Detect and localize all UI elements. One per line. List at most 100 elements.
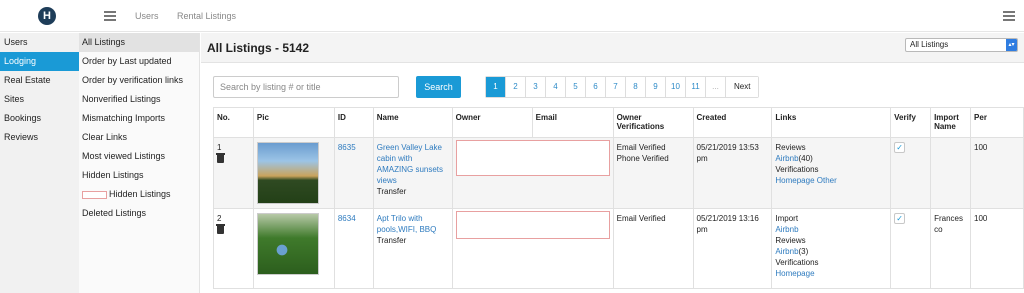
owner-email-field[interactable] <box>455 211 610 239</box>
homepage-link[interactable]: Homepage <box>775 269 814 278</box>
verify-checkbox[interactable]: ✓ <box>894 142 906 153</box>
col-created: Created <box>692 107 773 138</box>
right-menu-icon[interactable] <box>1003 11 1015 21</box>
page-8[interactable]: 8 <box>626 77 646 97</box>
page-9[interactable]: 9 <box>646 77 666 97</box>
links-label: Verifications <box>775 165 819 174</box>
row-owner-cell <box>451 208 614 289</box>
row-import-cell <box>930 137 972 209</box>
pagination: 1 2 3 4 5 6 7 8 9 10 11 ... Next <box>485 76 760 98</box>
listing-id-link[interactable]: 8635 <box>338 143 356 152</box>
airbnb-link[interactable]: Airbnb <box>775 225 798 234</box>
subnav-order-last-updated[interactable]: Order by Last updated <box>79 52 199 71</box>
links-label: Import <box>775 214 799 223</box>
row-links-cell: Reviews Airbnb(40) Verifications Homepag… <box>771 137 892 209</box>
row-per-cell: 100 <box>970 208 1024 289</box>
col-owner-verifications: Owner Verifications <box>612 107 694 138</box>
subnav-most-viewed[interactable]: Most viewed Listings <box>79 147 199 166</box>
sidebar-item-users[interactable]: Users <box>0 33 79 52</box>
page-3[interactable]: 3 <box>526 77 546 97</box>
page-header: All Listings - 5142 All Listings ▴▾ <box>201 33 1024 63</box>
nav-rental-listings[interactable]: Rental Listings <box>177 11 236 21</box>
row-verify-cell: ✓ <box>890 137 932 209</box>
col-email: Email <box>531 107 614 138</box>
owner-email-field[interactable] <box>455 140 610 176</box>
subnav-deleted-listings[interactable]: Deleted Listings <box>79 204 199 223</box>
row-created-cell: 05/21/2019 13:53 pm <box>692 137 773 209</box>
search-button[interactable]: Search <box>416 76 461 98</box>
lodging-subnav: All Listings Order by Last updated Order… <box>79 33 200 293</box>
page-2[interactable]: 2 <box>506 77 526 97</box>
trash-icon[interactable] <box>216 224 225 234</box>
listing-type: Transfer <box>376 236 407 245</box>
sidebar-item-bookings[interactable]: Bookings <box>0 109 79 128</box>
airbnb-link[interactable]: Airbnb <box>775 247 798 256</box>
nav-users[interactable]: Users <box>135 11 159 21</box>
listing-filter-select[interactable]: All Listings ▴▾ <box>905 38 1018 52</box>
col-verify: Verify <box>890 107 932 138</box>
sidebar-item-lodging[interactable]: Lodging <box>0 52 79 71</box>
col-owner: Owner <box>451 107 533 138</box>
links-line: Airbnb(40) <box>775 153 887 164</box>
subnav-hidden-listings-2: Hidden Listings <box>109 189 171 199</box>
airbnb-link[interactable]: Airbnb <box>775 154 798 163</box>
menu-toggle-icon[interactable] <box>104 11 116 21</box>
subnav-mismatching-imports[interactable]: Mismatching Imports <box>79 109 199 128</box>
main-sidebar: Users Lodging Real Estate Sites Bookings… <box>0 33 79 293</box>
filter-selected-value: All Listings <box>910 40 949 49</box>
row-created-cell: 05/21/2019 13:16 pm <box>692 208 773 289</box>
page-1[interactable]: 1 <box>486 77 506 97</box>
page-10[interactable]: 10 <box>666 77 686 97</box>
row-id-cell: 8635 <box>333 137 374 209</box>
subnav-hidden-listings[interactable]: Hidden Listings <box>79 166 199 185</box>
page-5[interactable]: 5 <box>566 77 586 97</box>
listings-table: No. Pic ID Name Owner Email Owner Verifi… <box>213 107 1024 289</box>
app-logo[interactable]: H <box>38 7 56 25</box>
listing-thumbnail[interactable] <box>256 142 319 204</box>
sidebar-item-real-estate[interactable]: Real Estate <box>0 71 79 90</box>
row-owner-cell <box>451 137 614 209</box>
listing-name-link[interactable]: Green Valley Lake cabin with AMAZING sun… <box>377 143 443 185</box>
row-name-cell: Green Valley Lake cabin with AMAZING sun… <box>372 137 453 209</box>
links-label: Reviews <box>775 143 806 152</box>
hidden-toggle-box[interactable] <box>82 190 107 199</box>
row-import-cell: Frances co <box>930 208 972 289</box>
page-11[interactable]: 11 <box>686 77 706 97</box>
review-count: (40) <box>798 154 813 163</box>
subnav-order-verification-links[interactable]: Order by verification links <box>79 71 199 90</box>
row-verif-cell: Email Verified <box>612 208 694 289</box>
col-id: ID <box>333 107 374 138</box>
verify-checkbox[interactable]: ✓ <box>894 213 906 224</box>
page-6[interactable]: 6 <box>586 77 606 97</box>
homepage-link[interactable]: Homepage Other <box>775 176 836 185</box>
sidebar-item-sites[interactable]: Sites <box>0 90 79 109</box>
col-per: Per <box>970 107 1024 138</box>
row-verify-cell: ✓ <box>890 208 932 289</box>
row-per-cell: 100 <box>970 137 1024 209</box>
subnav-clear-links[interactable]: Clear Links <box>79 128 199 147</box>
row-links-cell: Import Airbnb Reviews Airbnb(3) Verifica… <box>771 208 892 289</box>
row-pic-cell <box>252 208 335 289</box>
listing-name-link[interactable]: Apt Trilo with pools,WIFI, BBQ <box>377 214 437 234</box>
trash-icon[interactable] <box>216 153 225 163</box>
table-row: 2 8634 Apt Trilo with pools,WIFI, BBQ Tra… <box>213 208 1024 289</box>
page-4[interactable]: 4 <box>546 77 566 97</box>
subnav-nonverified-listings[interactable]: Nonverified Listings <box>79 90 199 109</box>
review-count: (3) <box>798 247 809 256</box>
owner-verification: Phone Verified <box>616 154 669 163</box>
subnav-hidden-listings-toggle[interactable]: Hidden Listings <box>79 185 199 204</box>
row-pic-cell <box>252 137 335 209</box>
listing-id-link[interactable]: 8634 <box>338 214 356 223</box>
row-name-cell: Apt Trilo with pools,WIFI, BBQ Transfer <box>372 208 453 289</box>
listing-thumbnail[interactable] <box>256 213 319 275</box>
row-no-cell: 2 <box>213 208 254 289</box>
search-input[interactable] <box>213 76 399 98</box>
page-next[interactable]: Next <box>726 77 759 97</box>
page-7[interactable]: 7 <box>606 77 626 97</box>
sidebar-item-reviews[interactable]: Reviews <box>0 128 79 147</box>
links-label: Verifications <box>775 258 819 267</box>
top-bar: H Users Rental Listings <box>0 0 1024 32</box>
table-row: 1 8635 Green Valley Lake cabin with AMAZ… <box>213 137 1024 209</box>
owner-verification: Email Verified <box>616 143 666 152</box>
subnav-all-listings[interactable]: All Listings <box>79 33 199 52</box>
